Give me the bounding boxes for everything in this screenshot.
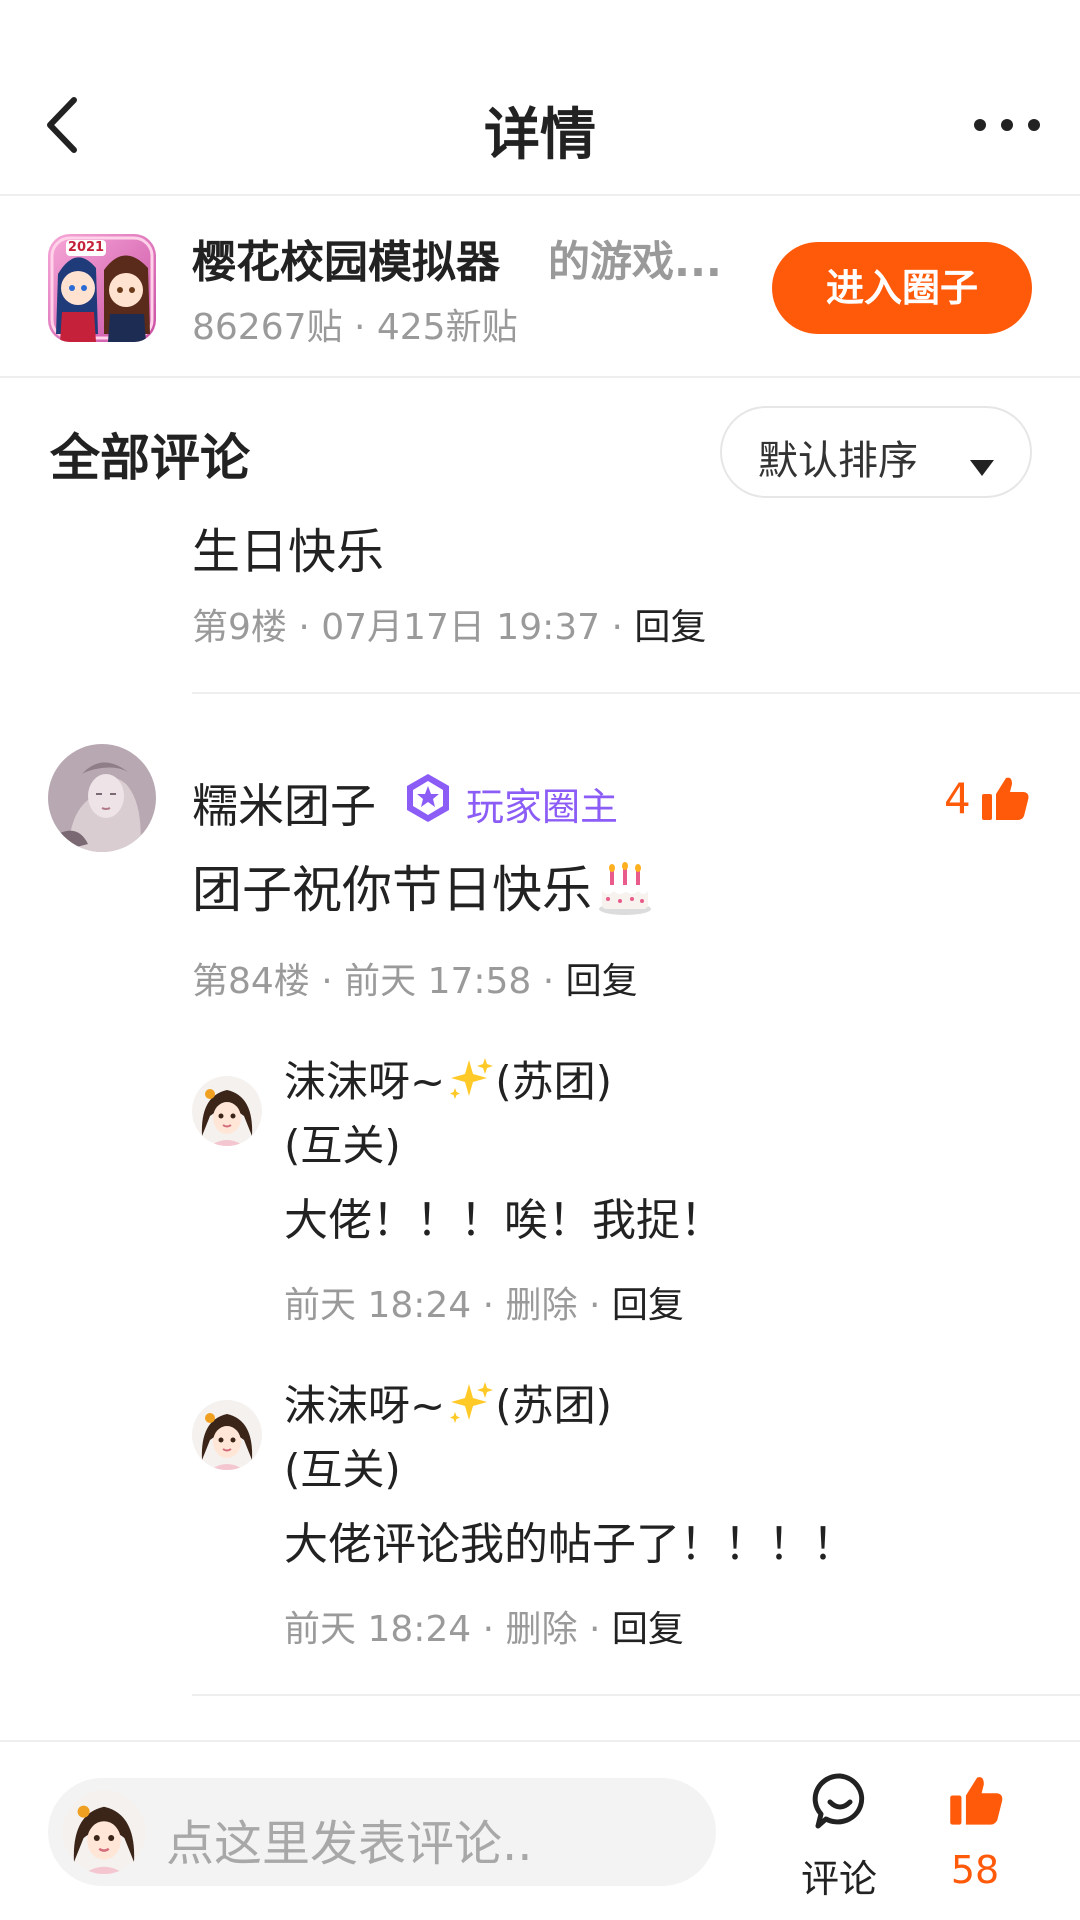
circle-name[interactable]: 樱花校园模拟器	[192, 226, 500, 290]
comment-bubble-icon	[812, 1772, 868, 1836]
comment-text: 团子祝你节日快乐	[192, 850, 654, 929]
top-bar: 详情	[0, 0, 1080, 196]
game-icon-year: 2021	[67, 240, 105, 255]
owner-badge-label: 玩家圈主	[466, 785, 619, 829]
avatar[interactable]	[48, 744, 156, 852]
comment-like-count: 4	[944, 774, 971, 823]
divider	[192, 1694, 1080, 1696]
avatar[interactable]	[192, 1400, 262, 1470]
reply-name-part: 沫沫呀~	[284, 1381, 446, 1430]
like-button[interactable]: 58	[920, 1772, 1030, 1892]
sparkles-emoji-icon	[445, 1378, 495, 1442]
sparkles-emoji-icon	[445, 1054, 495, 1118]
comment-meta-text: 第84楼 · 前天 17:58 ·	[192, 961, 566, 1002]
bottom-bar: 点这里发表评论.. 评论 58	[0, 1740, 1080, 1920]
reply-name-part: (苏团)	[495, 1057, 612, 1106]
reply-name-part: (互关)	[284, 1121, 401, 1170]
cake-emoji-icon	[596, 859, 654, 929]
reply-username[interactable]: 沫沫呀~ (苏团) (互关)	[284, 1378, 744, 1498]
reply-meta-text: 前天 18:24 · 删除 ·	[284, 1609, 612, 1650]
reply-meta-text: 前天 18:24 · 删除 ·	[284, 1285, 612, 1326]
reply-link[interactable]: 回复	[566, 961, 638, 1002]
thumbs-up-icon[interactable]	[980, 774, 1030, 822]
reply-username[interactable]: 沫沫呀~ (苏团) (互关)	[284, 1054, 744, 1174]
more-dots-icon[interactable]	[972, 108, 1042, 142]
comment-username[interactable]: 糯米团子	[192, 770, 376, 836]
reply-link[interactable]: 回复	[634, 607, 706, 648]
divider	[192, 692, 1080, 694]
avatar	[62, 1790, 146, 1874]
reply-meta: 前天 18:24 · 删除 · 回复	[284, 1276, 684, 1328]
caret-down-icon	[968, 442, 996, 488]
owner-badge-icon	[402, 772, 454, 824]
reply-text: 大佬评论我的帖子了！！！！	[284, 1519, 856, 1570]
avatar[interactable]	[192, 1076, 262, 1146]
comment-input[interactable]: 点这里发表评论..	[48, 1778, 716, 1886]
comment-button[interactable]: 评论	[784, 1772, 894, 1901]
page-title: 详情	[484, 103, 596, 168]
comments-header: 全部评论 默认排序	[0, 380, 1080, 520]
reply-link[interactable]: 回复	[612, 1609, 684, 1650]
enter-circle-button[interactable]: 进入圈子	[772, 242, 1032, 334]
reply-name-part: 沫沫呀~	[284, 1057, 446, 1106]
circle-name-suffix: 的游戏...	[548, 237, 722, 286]
like-count: 58	[950, 1848, 1000, 1892]
sort-label: 默认排序	[758, 438, 918, 484]
comment-button-label: 评论	[800, 1857, 877, 1901]
circle-info-bar[interactable]: 2021 樱花校园模拟器 的游戏... 86267贴 · 425新贴 进入圈子	[0, 198, 1080, 378]
circle-stats: 86267贴 · 425新贴	[192, 307, 518, 348]
reply-name-part: (苏团)	[495, 1381, 612, 1430]
comment-meta-text: 第9楼 · 07月17日 19:37 ·	[192, 607, 635, 648]
reply-name-part: (互关)	[284, 1445, 401, 1494]
comments-title: 全部评论	[50, 429, 250, 487]
previous-comment-meta: 第9楼 · 07月17日 19:37 · 回复	[192, 598, 706, 650]
reply-text: 大佬！！！唉！我捉！	[284, 1195, 724, 1246]
sort-button[interactable]: 默认排序	[720, 406, 1032, 498]
reply-link[interactable]: 回复	[612, 1285, 684, 1326]
comment-text-body: 团子祝你节日快乐	[192, 861, 592, 919]
comment-meta: 第84楼 · 前天 17:58 · 回复	[192, 952, 638, 1004]
thumbs-up-icon	[948, 1772, 1004, 1832]
game-icon[interactable]: 2021	[48, 234, 156, 342]
previous-comment-text: 生日快乐	[192, 524, 385, 580]
comment-input-placeholder: 点这里发表评论..	[166, 1816, 533, 1872]
reply-meta: 前天 18:24 · 删除 · 回复	[284, 1600, 684, 1652]
